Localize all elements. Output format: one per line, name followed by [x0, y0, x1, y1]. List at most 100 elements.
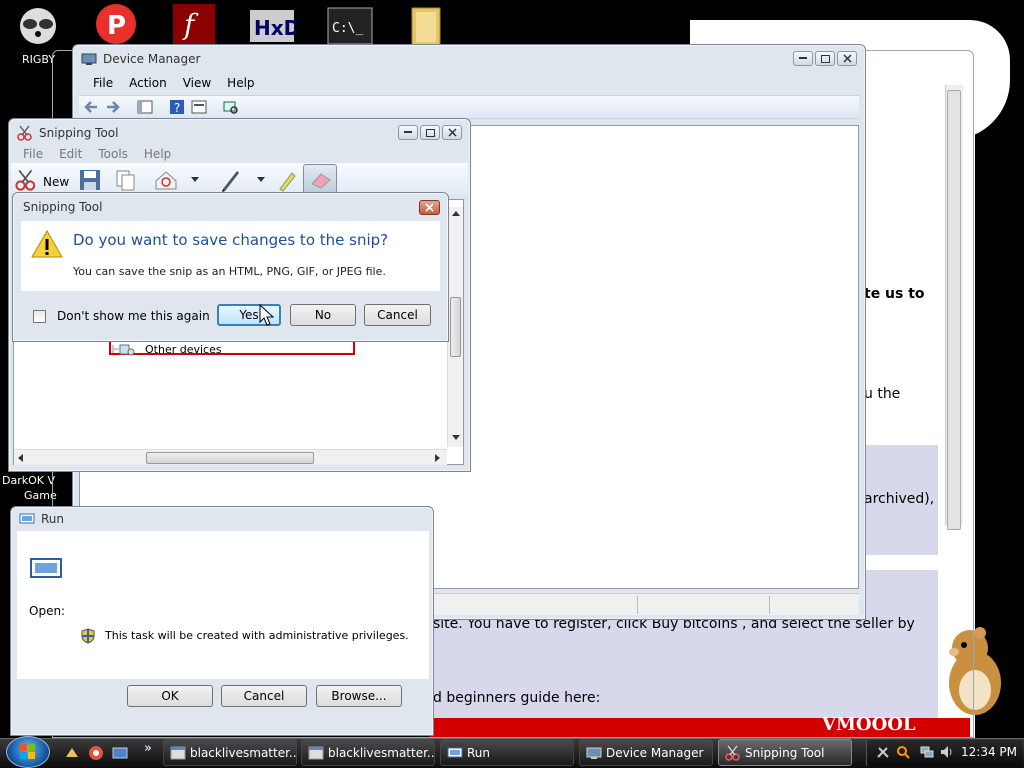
- taskbar-item-browser-2[interactable]: blacklivesmatter...: [301, 739, 435, 766]
- device-manager-titlebar[interactable]: Device Manager: [73, 45, 865, 73]
- menu-file[interactable]: File: [85, 73, 121, 93]
- close-icon: [842, 54, 852, 63]
- hscroll-thumb[interactable]: [146, 452, 314, 464]
- scan-hardware-icon[interactable]: [223, 99, 239, 115]
- desktop-icon-label: RIGBY: [22, 53, 56, 66]
- open-label: Open:: [29, 604, 66, 618]
- svg-text:P: P: [107, 11, 126, 41]
- windows-logo-icon: [20, 744, 35, 759]
- new-snip-icon[interactable]: [15, 169, 37, 191]
- raccoon-icon[interactable]: [14, 4, 62, 48]
- menu-help[interactable]: Help: [136, 144, 179, 164]
- close-icon: [425, 203, 434, 212]
- scroll-down-arrow-icon[interactable]: [452, 435, 460, 440]
- minimize-button[interactable]: [398, 125, 418, 140]
- taskbar-item-label: Run: [467, 745, 491, 760]
- snipping-tool-menubar: File Edit Tools Help: [9, 144, 179, 164]
- scissors-icon: [17, 125, 32, 141]
- device-manager-title: Device Manager: [103, 52, 201, 66]
- menu-help[interactable]: Help: [219, 73, 262, 93]
- back-arrow-icon[interactable]: [83, 99, 99, 115]
- scroll-left-arrow-icon[interactable]: [18, 454, 23, 462]
- console-tree-icon[interactable]: [137, 99, 153, 115]
- svg-text:C:\_: C:\_: [332, 21, 363, 36]
- scroll-up-arrow-icon[interactable]: [452, 211, 460, 216]
- maximize-icon: [820, 54, 830, 63]
- save-changes-dialog: Snipping Tool Do you want to save change…: [12, 192, 449, 342]
- chevron-down-icon[interactable]: [191, 177, 199, 183]
- tray-volume-icon[interactable]: [940, 745, 954, 759]
- mouse-cursor-icon: [259, 304, 275, 326]
- quicklaunch-more[interactable]: »: [144, 741, 152, 756]
- maximize-button[interactable]: [420, 125, 440, 140]
- ok-button[interactable]: OK: [127, 685, 213, 707]
- cancel-button[interactable]: Cancel: [364, 304, 431, 326]
- menu-view[interactable]: View: [175, 73, 219, 93]
- dialog-title: Snipping Tool: [23, 200, 103, 214]
- tray-search-icon[interactable]: [896, 745, 910, 759]
- browse-button[interactable]: Browse...: [316, 685, 402, 707]
- dialog-body: Do you want to save changes to the snip?…: [21, 221, 440, 291]
- menu-tools[interactable]: Tools: [90, 144, 136, 164]
- chevron-down-icon[interactable]: [257, 177, 265, 183]
- cancel-button[interactable]: Cancel: [221, 685, 307, 707]
- scroll-thumb[interactable]: [450, 297, 461, 357]
- snipping-tool-title: Snipping Tool: [39, 126, 119, 140]
- close-button[interactable]: [442, 125, 462, 140]
- command-prompt-icon[interactable]: C:\_: [326, 4, 374, 48]
- taskbar-item-snipping-tool[interactable]: Snipping Tool: [718, 739, 852, 766]
- no-button[interactable]: No: [290, 304, 356, 326]
- run-body: [17, 531, 429, 679]
- minimize-button[interactable]: [793, 51, 813, 66]
- new-snip-button[interactable]: New: [43, 175, 69, 189]
- hxd-icon[interactable]: HxD: [248, 4, 300, 48]
- properties-icon[interactable]: [191, 99, 207, 115]
- send-snip-icon[interactable]: [153, 169, 179, 191]
- run-program-icon: [30, 558, 62, 578]
- taskbar-item-device-manager[interactable]: Device Manager: [579, 739, 713, 766]
- taskbar-item-label: blacklivesmatter...: [328, 745, 435, 760]
- flash-icon[interactable]: f: [170, 2, 218, 46]
- eraser-icon: [311, 173, 331, 189]
- show-desktop-icon[interactable]: [112, 745, 128, 761]
- minimize-icon: [404, 131, 412, 133]
- run-icon: [447, 747, 463, 758]
- highlighter-icon[interactable]: [275, 167, 297, 193]
- dialog-titlebar[interactable]: Snipping Tool: [13, 193, 448, 221]
- tray-network-icon[interactable]: [920, 745, 934, 759]
- device-manager-icon: [586, 747, 602, 759]
- tray-tools-icon[interactable]: [876, 745, 890, 759]
- menu-file[interactable]: File: [15, 144, 51, 164]
- svg-text:HxD: HxD: [254, 16, 296, 40]
- taskbar-item-browser-1[interactable]: blacklivesmatter...: [163, 739, 297, 766]
- browser-icon: [308, 746, 324, 760]
- close-button[interactable]: [837, 51, 857, 66]
- maximize-button[interactable]: [815, 51, 835, 66]
- snip-vscrollbar[interactable]: [447, 207, 463, 447]
- menu-action[interactable]: Action: [121, 73, 175, 93]
- snip-hscrollbar[interactable]: [14, 449, 447, 465]
- dialog-close-button[interactable]: [419, 200, 440, 215]
- tree-item-other-devices: Other devices: [145, 343, 222, 356]
- scissors-icon: [725, 745, 740, 761]
- menu-edit[interactable]: Edit: [51, 144, 90, 164]
- quicklaunch-icon-2[interactable]: [88, 745, 104, 761]
- taskbar-item-label: Device Manager: [606, 745, 704, 760]
- dont-show-checkbox[interactable]: [33, 310, 46, 323]
- help-icon[interactable]: ?: [169, 99, 185, 115]
- quicklaunch-icon-1[interactable]: [64, 745, 80, 761]
- picasa-icon[interactable]: P: [92, 2, 140, 46]
- run-titlebar[interactable]: Run: [11, 507, 433, 531]
- scroll-right-arrow-icon[interactable]: [435, 454, 440, 462]
- eraser-button[interactable]: [303, 164, 337, 194]
- tray-clock[interactable]: 12:34 PM: [961, 745, 1017, 759]
- copy-icon[interactable]: [115, 169, 137, 191]
- pen-icon[interactable]: [219, 167, 241, 193]
- taskbar-item-run[interactable]: Run: [440, 739, 574, 766]
- folder-icon[interactable]: [402, 4, 450, 48]
- close-icon: [447, 128, 457, 137]
- save-icon[interactable]: [79, 169, 101, 191]
- taskbar-item-label: Snipping Tool: [745, 745, 825, 760]
- forward-arrow-icon[interactable]: [105, 99, 121, 115]
- minimize-icon: [799, 57, 807, 59]
